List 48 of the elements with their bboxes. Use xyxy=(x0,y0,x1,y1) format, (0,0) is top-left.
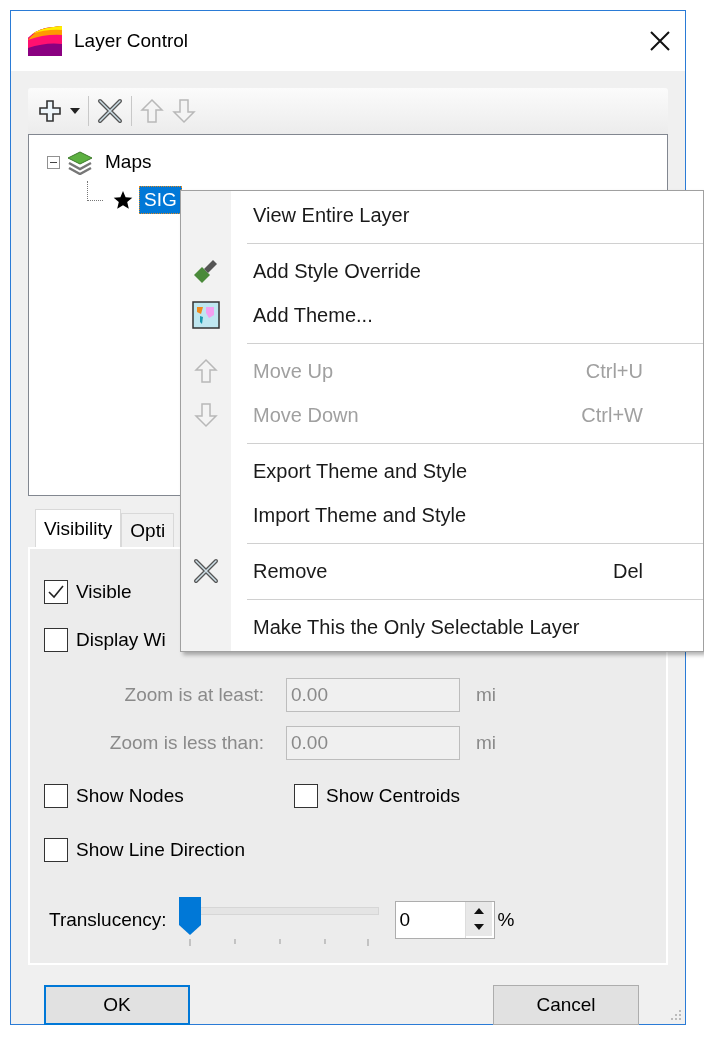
window-title: Layer Control xyxy=(74,30,190,52)
unit-label: mi xyxy=(476,732,497,754)
menu-item[interactable]: Import Theme and Style xyxy=(181,493,703,537)
tab[interactable]: Visibility xyxy=(35,509,122,547)
dialog-button[interactable]: Cancel xyxy=(493,985,639,1025)
spin-down-icon[interactable] xyxy=(465,919,492,936)
checkbox-label: Visible xyxy=(76,581,132,603)
checkmark-icon xyxy=(48,585,64,599)
unit-label: % xyxy=(497,909,515,931)
tree-node[interactable]: Maps xyxy=(100,148,157,176)
checkbox-label: Show Nodes xyxy=(76,785,184,807)
field-label: Zoom is at least: xyxy=(123,684,265,706)
checkbox[interactable] xyxy=(44,784,68,808)
remove-icon xyxy=(193,558,219,584)
dialog-button[interactable]: OK xyxy=(44,985,190,1025)
close-icon[interactable] xyxy=(649,30,671,52)
tree-node[interactable]: SIG xyxy=(139,186,182,214)
checkbox[interactable] xyxy=(44,628,68,652)
menu-item[interactable]: Export Theme and Style xyxy=(181,449,703,493)
checkbox-label: Display Wi xyxy=(76,629,166,651)
checkbox-label: Show Line Direction xyxy=(76,839,245,861)
menu-item[interactable]: Remove Del xyxy=(181,549,703,593)
checkbox[interactable] xyxy=(44,580,68,604)
checkbox[interactable] xyxy=(294,784,318,808)
slider-label: Translucency: xyxy=(49,909,167,931)
up-arrow-icon xyxy=(194,358,218,384)
remove-icon[interactable] xyxy=(97,98,123,124)
checkbox[interactable] xyxy=(44,838,68,862)
menu-item[interactable]: Add Theme... xyxy=(181,293,703,337)
app-logo-icon xyxy=(26,24,64,58)
dropdown-caret-icon[interactable] xyxy=(70,108,80,114)
down-arrow-icon xyxy=(194,402,218,428)
menu-item[interactable]: Add Style Override xyxy=(181,249,703,293)
tab[interactable]: Opti xyxy=(121,513,175,547)
resize-grip-icon xyxy=(670,1009,682,1021)
menu-item[interactable]: View Entire Layer xyxy=(181,193,703,237)
star-icon xyxy=(113,190,133,210)
field-label: Zoom is less than: xyxy=(108,732,265,754)
menu-item[interactable]: Make This the Only Selectable Layer xyxy=(181,605,703,649)
spin-up-icon[interactable] xyxy=(465,902,492,919)
collapse-toggle[interactable] xyxy=(47,155,60,169)
checkbox-label: Show Centroids xyxy=(326,785,461,807)
layers-icon xyxy=(66,149,94,175)
map-icon xyxy=(192,301,220,329)
slider-thumb[interactable] xyxy=(178,897,201,935)
plus-icon[interactable] xyxy=(38,99,62,123)
unit-label: mi xyxy=(476,684,497,706)
translucency-spinbox[interactable]: 0 xyxy=(394,901,495,939)
